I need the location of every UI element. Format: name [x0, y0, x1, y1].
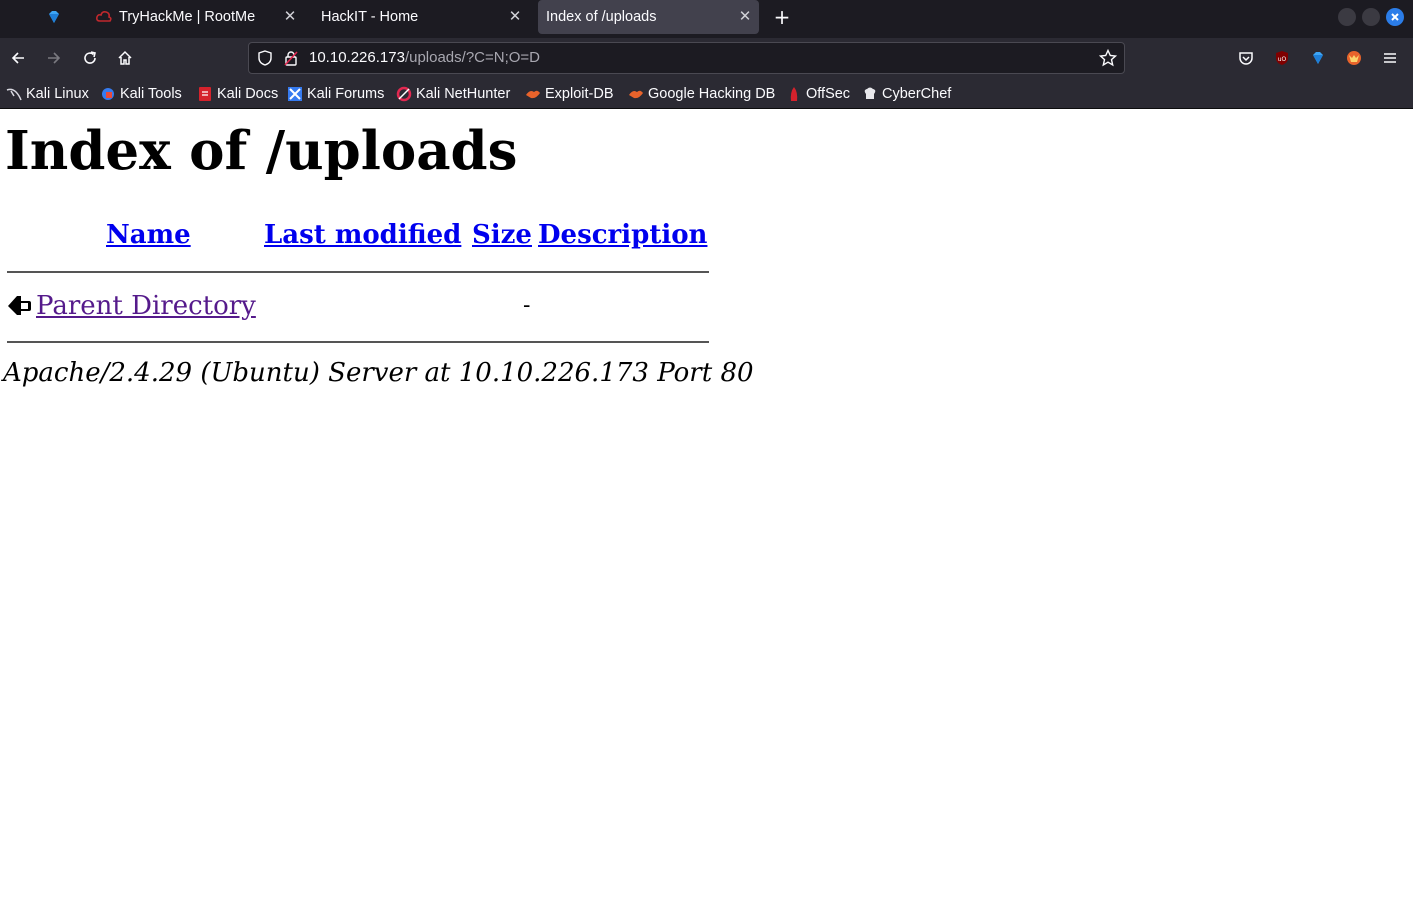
bookmark-label: Kali NetHunter	[416, 86, 511, 102]
close-tab-icon[interactable]: ✕	[507, 9, 523, 25]
pocket-button[interactable]	[1235, 47, 1257, 69]
url-text[interactable]: 10.10.226.173/uploads/?C=N;O=D	[309, 49, 540, 66]
exploit-db-icon	[525, 86, 541, 102]
reload-icon	[84, 51, 96, 64]
parent-directory-link[interactable]: Parent Directory	[36, 291, 256, 321]
insecure-lock-icon[interactable]	[283, 50, 299, 70]
bookmark-label: Exploit-DB	[545, 86, 614, 102]
tab-strip: TryHackMe | RootMe ✕ HackIT - Home ✕ Ind…	[0, 0, 1413, 38]
nethunter-icon	[396, 86, 412, 102]
ghdb-icon	[628, 86, 644, 102]
tab-pinned[interactable]	[36, 0, 72, 34]
bookmark-label: OffSec	[806, 86, 851, 102]
bookmark-label: CyberChef	[882, 86, 952, 102]
close-window-button[interactable]	[1386, 8, 1404, 26]
maximize-button[interactable]	[1362, 8, 1380, 26]
back-arrow-icon	[7, 292, 32, 318]
offsec-icon	[786, 86, 802, 102]
column-header-description[interactable]: Description	[538, 220, 707, 250]
column-header-name[interactable]: Name	[106, 220, 191, 250]
bookmark-offsec[interactable]: OffSec	[786, 84, 850, 104]
bookmarks-toolbar: Kali Linux Kali Tools Kali Docs Kali For…	[0, 78, 1413, 109]
pocket-icon	[1239, 52, 1253, 65]
kali-dragon-icon	[6, 86, 22, 102]
gem-icon	[46, 9, 62, 25]
divider	[7, 341, 709, 343]
column-header-size[interactable]: Size	[472, 220, 532, 250]
forward-button[interactable]	[43, 47, 65, 69]
ublock-origin-icon: uO	[1276, 51, 1288, 65]
home-icon	[118, 50, 132, 65]
bookmark-kali-docs[interactable]: Kali Docs	[197, 84, 278, 104]
foxyproxy-icon	[1347, 51, 1361, 65]
parent-size: -	[523, 293, 531, 318]
bookmark-kali-forums[interactable]: Kali Forums	[287, 84, 384, 104]
bookmark-label: Kali Docs	[217, 86, 279, 102]
tab-tryhackme[interactable]: TryHackMe | RootMe ✕	[88, 0, 304, 34]
kali-forums-icon	[287, 86, 303, 102]
url-bar[interactable]: 10.10.226.173/uploads/?C=N;O=D	[248, 42, 1125, 74]
tab-label: TryHackMe | RootMe	[119, 9, 256, 25]
back-button[interactable]	[7, 47, 29, 69]
menu-button[interactable]	[1379, 47, 1401, 69]
arrow-right-icon	[48, 52, 61, 64]
bookmark-google-hacking-db[interactable]: Google Hacking DB	[628, 84, 775, 104]
bookmark-label: Kali Forums	[307, 86, 385, 102]
bookmark-kali-nethunter[interactable]: Kali NetHunter	[396, 84, 510, 104]
tryhackme-cloud-icon	[96, 9, 112, 25]
ublock-button[interactable]: uO	[1271, 47, 1293, 69]
navigation-toolbar: 10.10.226.173/uploads/?C=N;O=D uO	[0, 38, 1413, 78]
hamburger-menu-icon	[1384, 53, 1396, 63]
bookmark-label: Kali Linux	[26, 86, 89, 102]
reload-button[interactable]	[79, 47, 101, 69]
close-tab-icon[interactable]: ✕	[282, 9, 298, 25]
bookmark-kali-linux[interactable]: Kali Linux	[6, 84, 89, 104]
gem-icon	[1313, 52, 1323, 64]
tab-label: HackIT - Home	[321, 9, 419, 25]
extension-gem-button[interactable]	[1307, 47, 1329, 69]
foxyproxy-button[interactable]	[1343, 47, 1365, 69]
divider	[7, 271, 709, 273]
bookmark-label: Google Hacking DB	[648, 86, 776, 102]
kali-tools-icon	[100, 86, 116, 102]
close-icon	[1391, 13, 1399, 21]
page-title: Index of /uploads	[5, 120, 518, 182]
tab-uploads[interactable]: Index of /uploads ✕	[538, 0, 759, 34]
kali-docs-icon	[197, 86, 213, 102]
svg-text:uO: uO	[1278, 56, 1287, 63]
home-button[interactable]	[114, 47, 136, 69]
url-path: /uploads/?C=N;O=D	[404, 49, 541, 66]
minimize-button[interactable]	[1338, 8, 1356, 26]
new-tab-button[interactable]: +	[771, 6, 793, 28]
bookmark-star-icon[interactable]	[1098, 48, 1118, 71]
column-header-last-modified[interactable]: Last modified	[264, 220, 461, 250]
bookmark-cyberchef[interactable]: CyberChef	[862, 84, 951, 104]
tab-hackit[interactable]: HackIT - Home ✕	[313, 0, 529, 34]
page-content: Index of /uploads Name Last modified Siz…	[0, 110, 1413, 905]
arrow-left-icon	[11, 52, 24, 64]
cyberchef-icon	[862, 86, 878, 102]
bookmark-label: Kali Tools	[120, 86, 182, 102]
close-tab-icon[interactable]: ✕	[737, 9, 753, 25]
shield-icon[interactable]	[257, 50, 273, 70]
bookmark-kali-tools[interactable]: Kali Tools	[100, 84, 182, 104]
tab-label: Index of /uploads	[546, 9, 657, 25]
url-host: 10.10.226.173	[309, 49, 405, 66]
bookmark-exploit-db[interactable]: Exploit-DB	[525, 84, 614, 104]
server-signature: Apache/2.4.29 (Ubuntu) Server at 10.10.2…	[3, 358, 754, 388]
